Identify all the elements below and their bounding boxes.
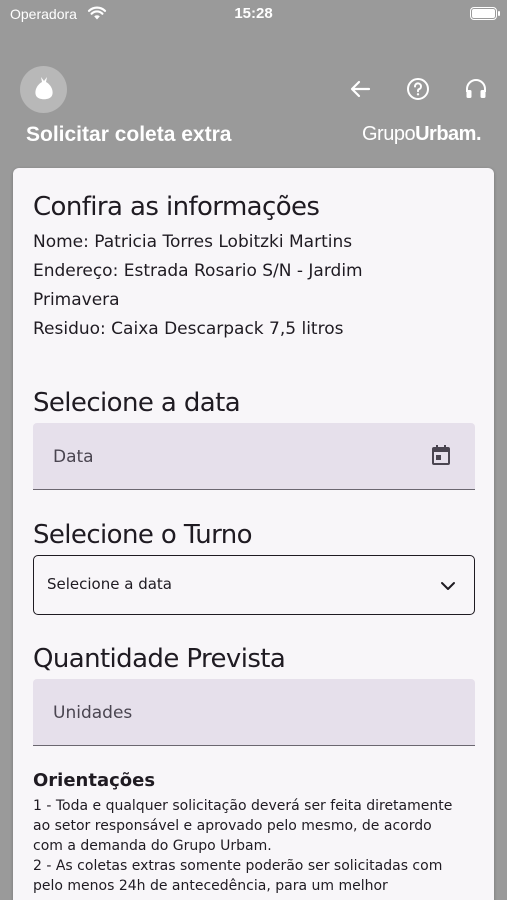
date-placeholder: Data xyxy=(53,447,94,467)
app-logo xyxy=(20,66,67,113)
shift-select-value: Selecione a data xyxy=(47,575,172,593)
page-title: Solicitar coleta extra xyxy=(26,123,232,146)
guideline-2-line-1: 2 - As coletas extras somente poderão se… xyxy=(33,858,443,874)
guideline-2-line-2: pelo menos 24h de antecedência, para um … xyxy=(33,878,388,894)
battery-icon xyxy=(470,7,500,20)
help-icon[interactable] xyxy=(405,76,431,102)
brand-logo: GrupoUrbam. xyxy=(362,123,481,146)
headset-icon[interactable] xyxy=(463,76,489,102)
chevron-down-icon[interactable] xyxy=(438,576,458,596)
quantity-heading: Quantidade Prevista xyxy=(33,644,286,674)
info-name: Nome: Patricia Torres Lobitzki Martins xyxy=(33,232,353,252)
guideline-1-line-3: com a demanda do Grupo Urbam. xyxy=(33,838,272,854)
date-field[interactable]: Data xyxy=(33,423,475,490)
info-address-line2: Primavera xyxy=(33,290,120,310)
back-arrow-icon[interactable] xyxy=(347,76,373,102)
form-card: Confira as informações Nome: Patricia To… xyxy=(13,168,494,900)
info-address-line1: Endereço: Estrada Rosario S/N - Jardim xyxy=(33,261,363,281)
shift-select[interactable]: Selecione a data xyxy=(33,555,475,615)
guidelines-title: Orientações xyxy=(33,770,156,791)
clock: 15:28 xyxy=(234,5,273,22)
trash-bag-icon xyxy=(33,75,55,105)
guidelines-text: 1 - Toda e qualquer solicitação deverá s… xyxy=(33,796,483,896)
shift-heading: Selecione o Turno xyxy=(33,520,252,550)
info-heading: Confira as informações xyxy=(33,192,320,222)
brand-part1: Grupo xyxy=(362,123,416,145)
app-bar: Solicitar coleta extra GrupoUrbam. xyxy=(0,30,507,156)
status-bar: Operadora 15:28 xyxy=(0,0,507,30)
brand-part2: Urbam. xyxy=(415,123,481,145)
quantity-placeholder: Unidades xyxy=(53,703,133,723)
calendar-icon[interactable] xyxy=(429,443,453,467)
quantity-field[interactable]: Unidades xyxy=(33,679,475,746)
guideline-1-line-1: 1 - Toda e qualquer solicitação deverá s… xyxy=(33,798,453,814)
info-residue: Residuo: Caixa Descarpack 7,5 litros xyxy=(33,319,344,339)
guideline-1-line-2: ao setor responsável e aprovado pelo mes… xyxy=(33,818,432,834)
date-heading: Selecione a data xyxy=(33,388,241,418)
